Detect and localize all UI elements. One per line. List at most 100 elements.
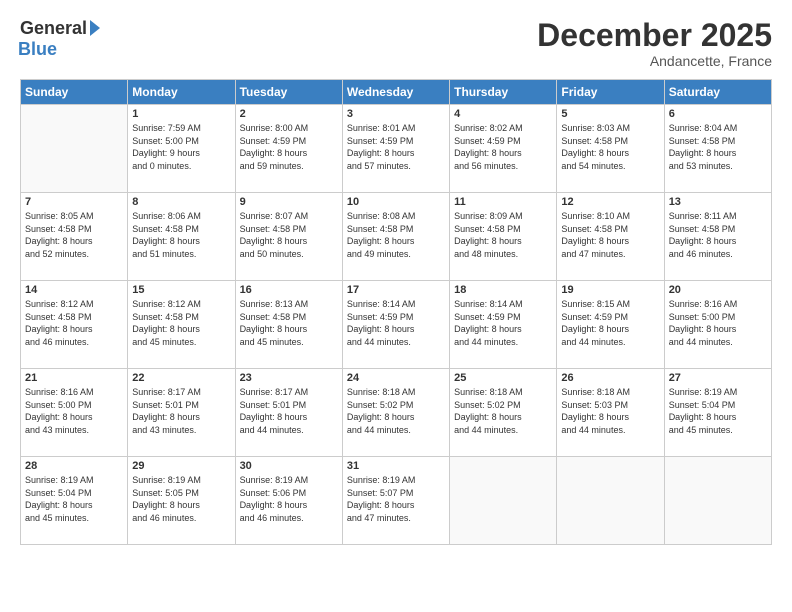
- day-number: 12: [561, 196, 659, 208]
- calendar-cell: 15 Sunrise: 8:12 AMSunset: 4:58 PMDayligh…: [128, 281, 235, 369]
- day-number: 2: [240, 108, 338, 120]
- header: General Blue December 2025 Andancette, F…: [20, 18, 772, 69]
- day-info: Sunrise: 8:13 AMSunset: 4:58 PMDaylight:…: [240, 298, 338, 348]
- header-monday: Monday: [128, 80, 235, 105]
- calendar-cell: 30 Sunrise: 8:19 AMSunset: 5:06 PMDayligh…: [235, 457, 342, 545]
- calendar-week-row: 7 Sunrise: 8:05 AMSunset: 4:58 PMDaylight…: [21, 193, 772, 281]
- title-block: December 2025 Andancette, France: [537, 18, 772, 69]
- calendar-cell: 8 Sunrise: 8:06 AMSunset: 4:58 PMDaylight…: [128, 193, 235, 281]
- day-info: Sunrise: 8:00 AMSunset: 4:59 PMDaylight:…: [240, 122, 338, 172]
- calendar-cell: 11 Sunrise: 8:09 AMSunset: 4:58 PMDayligh…: [450, 193, 557, 281]
- day-number: 10: [347, 196, 445, 208]
- day-number: 28: [25, 460, 123, 472]
- day-number: 1: [132, 108, 230, 120]
- calendar-cell: 24 Sunrise: 8:18 AMSunset: 5:02 PMDayligh…: [342, 369, 449, 457]
- header-wednesday: Wednesday: [342, 80, 449, 105]
- logo-blue-text: Blue: [18, 39, 57, 60]
- calendar-cell: 12 Sunrise: 8:10 AMSunset: 4:58 PMDayligh…: [557, 193, 664, 281]
- calendar-cell: 4 Sunrise: 8:02 AMSunset: 4:59 PMDaylight…: [450, 105, 557, 193]
- day-info: Sunrise: 8:17 AMSunset: 5:01 PMDaylight:…: [240, 386, 338, 436]
- calendar-cell: [557, 457, 664, 545]
- calendar-cell: 25Sunrise: 8:18 AMSunset: 5:02 PMDayligh…: [450, 369, 557, 457]
- calendar-cell: 13 Sunrise: 8:11 AMSunset: 4:58 PMDayligh…: [664, 193, 771, 281]
- day-number: 21: [25, 372, 123, 384]
- day-info: Sunrise: 8:06 AMSunset: 4:58 PMDaylight:…: [132, 210, 230, 260]
- day-info: Sunrise: 8:12 AMSunset: 4:58 PMDaylight:…: [132, 298, 230, 348]
- calendar-cell: 21 Sunrise: 8:16 AMSunset: 5:00 PMDayligh…: [21, 369, 128, 457]
- day-number: 27: [669, 372, 767, 384]
- day-number: 7: [25, 196, 123, 208]
- day-info: Sunrise: 8:19 AMSunset: 5:04 PMDaylight:…: [25, 474, 123, 524]
- page: General Blue December 2025 Andancette, F…: [0, 0, 792, 612]
- calendar-week-row: 1 Sunrise: 7:59 AMSunset: 5:00 PMDaylight…: [21, 105, 772, 193]
- logo: General Blue: [20, 18, 100, 60]
- day-info: Sunrise: 8:19 AMSunset: 5:06 PMDaylight:…: [240, 474, 338, 524]
- day-info: Sunrise: 8:09 AMSunset: 4:58 PMDaylight:…: [454, 210, 552, 260]
- calendar-cell: 9Sunrise: 8:07 AMSunset: 4:58 PMDaylight…: [235, 193, 342, 281]
- calendar-cell: [664, 457, 771, 545]
- day-number: 15: [132, 284, 230, 296]
- day-info: Sunrise: 8:19 AMSunset: 5:04 PMDaylight:…: [669, 386, 767, 436]
- day-number: 23: [240, 372, 338, 384]
- day-number: 17: [347, 284, 445, 296]
- day-info: Sunrise: 8:02 AMSunset: 4:59 PMDaylight:…: [454, 122, 552, 172]
- day-info: Sunrise: 8:19 AMSunset: 5:07 PMDaylight:…: [347, 474, 445, 524]
- day-number: 22: [132, 372, 230, 384]
- calendar-cell: 14Sunrise: 8:12 AMSunset: 4:58 PMDayligh…: [21, 281, 128, 369]
- calendar-cell: 29Sunrise: 8:19 AMSunset: 5:05 PMDayligh…: [128, 457, 235, 545]
- day-info: Sunrise: 8:18 AMSunset: 5:03 PMDaylight:…: [561, 386, 659, 436]
- logo-arrow-icon: [90, 20, 100, 36]
- day-number: 29: [132, 460, 230, 472]
- day-number: 30: [240, 460, 338, 472]
- day-info: Sunrise: 8:01 AMSunset: 4:59 PMDaylight:…: [347, 122, 445, 172]
- calendar-cell: 23 Sunrise: 8:17 AMSunset: 5:01 PMDayligh…: [235, 369, 342, 457]
- day-info: Sunrise: 8:11 AMSunset: 4:58 PMDaylight:…: [669, 210, 767, 260]
- calendar-header-row: Sunday Monday Tuesday Wednesday Thursday…: [21, 80, 772, 105]
- calendar-cell: 20 Sunrise: 8:16 AMSunset: 5:00 PMDayligh…: [664, 281, 771, 369]
- day-number: 26: [561, 372, 659, 384]
- calendar-cell: 5 Sunrise: 8:03 AMSunset: 4:58 PMDaylight…: [557, 105, 664, 193]
- day-number: 8: [132, 196, 230, 208]
- calendar-cell: 16Sunrise: 8:13 AMSunset: 4:58 PMDayligh…: [235, 281, 342, 369]
- day-number: 11: [454, 196, 552, 208]
- day-info: Sunrise: 8:03 AMSunset: 4:58 PMDaylight:…: [561, 122, 659, 172]
- calendar-table: Sunday Monday Tuesday Wednesday Thursday…: [20, 79, 772, 545]
- logo-general-text: General: [20, 18, 87, 39]
- calendar-cell: [450, 457, 557, 545]
- day-number: 9: [240, 196, 338, 208]
- calendar-cell: [21, 105, 128, 193]
- day-info: Sunrise: 8:16 AMSunset: 5:00 PMDaylight:…: [669, 298, 767, 348]
- day-info: Sunrise: 8:17 AMSunset: 5:01 PMDaylight:…: [132, 386, 230, 436]
- day-number: 3: [347, 108, 445, 120]
- day-info: Sunrise: 8:04 AMSunset: 4:58 PMDaylight:…: [669, 122, 767, 172]
- day-info: Sunrise: 8:08 AMSunset: 4:58 PMDaylight:…: [347, 210, 445, 260]
- day-info: Sunrise: 8:14 AMSunset: 4:59 PMDaylight:…: [347, 298, 445, 348]
- header-saturday: Saturday: [664, 80, 771, 105]
- calendar-cell: 27 Sunrise: 8:19 AMSunset: 5:04 PMDayligh…: [664, 369, 771, 457]
- day-number: 20: [669, 284, 767, 296]
- day-info: Sunrise: 8:18 AMSunset: 5:02 PMDaylight:…: [347, 386, 445, 436]
- day-number: 13: [669, 196, 767, 208]
- day-info: Sunrise: 7:59 AMSunset: 5:00 PMDaylight:…: [132, 122, 230, 172]
- day-number: 4: [454, 108, 552, 120]
- day-info: Sunrise: 8:16 AMSunset: 5:00 PMDaylight:…: [25, 386, 123, 436]
- day-number: 24: [347, 372, 445, 384]
- day-info: Sunrise: 8:05 AMSunset: 4:58 PMDaylight:…: [25, 210, 123, 260]
- calendar-cell: 17 Sunrise: 8:14 AMSunset: 4:59 PMDayligh…: [342, 281, 449, 369]
- calendar-cell: 18Sunrise: 8:14 AMSunset: 4:59 PMDayligh…: [450, 281, 557, 369]
- calendar-cell: 2 Sunrise: 8:00 AMSunset: 4:59 PMDaylight…: [235, 105, 342, 193]
- calendar-cell: 22 Sunrise: 8:17 AMSunset: 5:01 PMDayligh…: [128, 369, 235, 457]
- day-info: Sunrise: 8:15 AMSunset: 4:59 PMDaylight:…: [561, 298, 659, 348]
- day-number: 5: [561, 108, 659, 120]
- header-sunday: Sunday: [21, 80, 128, 105]
- calendar-week-row: 14Sunrise: 8:12 AMSunset: 4:58 PMDayligh…: [21, 281, 772, 369]
- day-info: Sunrise: 8:10 AMSunset: 4:58 PMDaylight:…: [561, 210, 659, 260]
- day-number: 18: [454, 284, 552, 296]
- day-number: 25: [454, 372, 552, 384]
- header-tuesday: Tuesday: [235, 80, 342, 105]
- calendar-cell: 19Sunrise: 8:15 AMSunset: 4:59 PMDayligh…: [557, 281, 664, 369]
- calendar-cell: 6Sunrise: 8:04 AMSunset: 4:58 PMDaylight…: [664, 105, 771, 193]
- calendar-cell: 31Sunrise: 8:19 AMSunset: 5:07 PMDayligh…: [342, 457, 449, 545]
- calendar-cell: 10 Sunrise: 8:08 AMSunset: 4:58 PMDayligh…: [342, 193, 449, 281]
- header-friday: Friday: [557, 80, 664, 105]
